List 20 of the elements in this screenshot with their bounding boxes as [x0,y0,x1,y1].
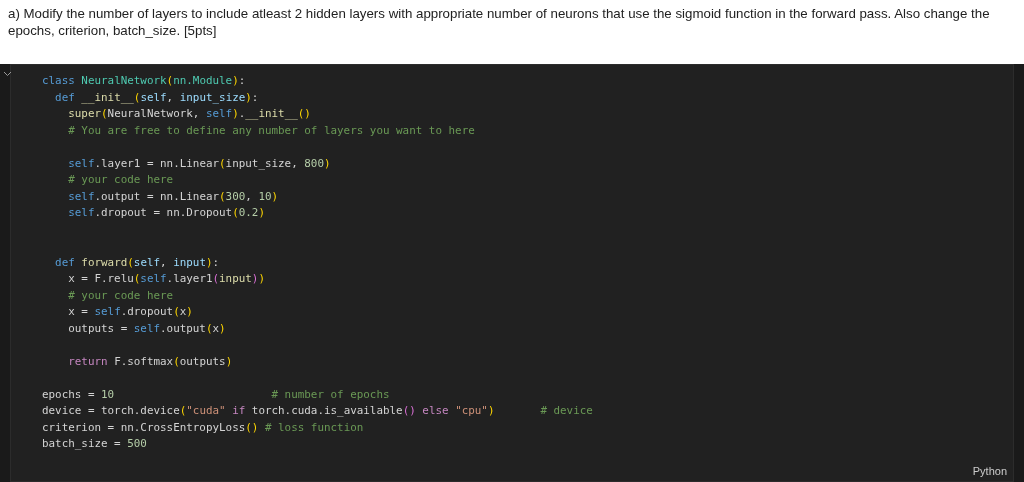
code-line: # your code here [67,172,174,188]
code-line: # You are free to define any number of layers you want to here [67,122,475,139]
question-text: a) Modify the number of layers to include atleast 2 hidden layers with appropriate number of neurons that use the sigmoid function in the forward pass. Also change the epochs, criterion, batch_size. [5pts] [8,5,991,39]
code-line: x = F.relu(self.layer1(input)) [67,271,265,287]
code-line: batch_size = 500 [42,436,147,452]
code-line: criterion = nn.CrossEntropyLoss() # loss function [42,419,364,436]
code-line: self.output = nn.Linear(300, 10) [67,188,279,205]
code-line: self.layer1 = nn.Linear(input_size, 800) [67,155,331,172]
code-line: def __init__(self, input_size): [54,89,259,106]
code-line: x = self.dropout(x) [67,304,193,320]
code-line: def forward(self, input): [54,254,220,271]
code-line: device = torch.device("cuda" if torch.cuda.is_available() else "cpu") # device [42,403,593,419]
code-line: super(NeuralNetwork, self).__init__() [67,106,311,122]
code-line: class NeuralNetwork(nn.Module): [42,73,246,89]
code-line: epochs = 10 # number of epochs [42,386,390,403]
code-line: # your code here [67,287,174,304]
code-line: self.dropout = nn.Dropout(0.2) [67,205,265,221]
language-label[interactable]: Python [972,465,1007,477]
code-line: outputs = self.output(x) [67,320,226,337]
code-line: return F.softmax(outputs) [67,353,233,370]
